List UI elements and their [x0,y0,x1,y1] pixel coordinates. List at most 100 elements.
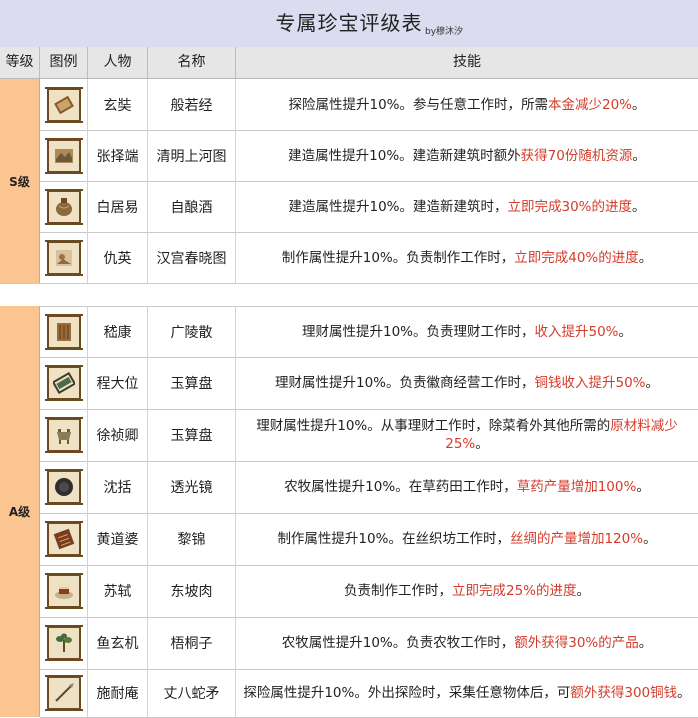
person-cell: 苏轼 [88,565,148,617]
skill-text: 制作属性提升10%。负责制作工作时，立即完成40%的进度。 [282,249,653,267]
skill-highlight: 额外获得30%的产品 [514,635,639,651]
person-cell: 徐祯卿 [88,409,148,461]
person-cell: 沈括 [88,461,148,513]
person-cell: 施耐庵 [88,669,148,717]
meat-dish-icon [44,573,83,609]
skill-plain: 农牧属性提升10%。在草药田工作时， [284,479,517,495]
person-cell: 玄奘 [88,79,148,130]
table-row: 黄道婆 黎锦 制作属性提升10%。在丝织坊工作时，丝绸的产量增加120%。 [40,513,698,566]
table-header: 等级 图例 人物 名称 技能 [0,47,698,79]
treasure-name-cell: 清明上河图 [148,130,236,181]
skill-highlight: 铜钱收入提升50% [534,375,646,391]
table-row: 张择端 清明上河图 建造属性提升10%。建造新建筑时额外获得70份随机资源。 [40,130,698,182]
skill-end: 。 [475,436,489,452]
icon-cell [40,565,88,617]
person-cell: 仇英 [88,232,148,283]
icon-cell [40,306,88,357]
header-grade: 等级 [0,47,40,78]
section-gap [0,283,698,307]
skill-highlight: 丝绸的产量增加120% [509,531,644,547]
skill-plain: 负责制作工作时， [343,583,452,599]
table-row: 苏轼 东坡肉 负责制作工作时，立即完成25%的进度。 [40,565,698,618]
header-skill: 技能 [453,54,481,70]
cauldron-icon [44,417,83,453]
skill-cell: 农牧属性提升10%。在草药田工作时，草药产量增加100%。 [236,461,698,513]
skill-cell: 理财属性提升10%。负责徽商经营工作时，铜钱收入提升50%。 [236,357,698,409]
wine-jar-icon [44,188,83,225]
skill-text: 建造属性提升10%。建造新建筑时额外获得70份随机资源。 [288,147,646,165]
skill-cell: 建造属性提升10%。建造新建筑时额外获得70份随机资源。 [236,130,698,181]
skill-end: 。 [638,635,653,651]
skill-highlight: 收入提升50% [534,323,619,340]
brocade-icon [44,521,83,557]
skill-text: 农牧属性提升10%。负责农牧工作时，额外获得30%的产品。 [282,634,653,652]
skill-text: 负责制作工作时，立即完成25%的进度。 [344,582,590,600]
treasure-name-cell: 般若经 [148,79,236,130]
skill-end: 。 [636,479,650,495]
skill-highlight: 立即完成25%的进度 [451,583,577,599]
person-cell: 嵇康 [88,306,148,357]
treasure-name-cell: 黎锦 [148,513,236,565]
skill-cell: 制作属性提升10%。负责制作工作时，立即完成40%的进度。 [236,232,698,283]
skill-text: 建造属性提升10%。建造新建筑时，立即完成30%的进度。 [288,198,645,216]
icon-cell [40,669,88,717]
person-cell: 程大位 [88,357,148,409]
skill-highlight: 草药产量增加100% [516,479,637,495]
person-cell: 张择端 [88,130,148,181]
snake-spear-icon [44,675,83,711]
abacus-icon [44,365,83,401]
skill-plain: 探险属性提升10%。外出探险时，采集任意物体后，可 [243,685,571,701]
icon-cell [40,513,88,565]
skill-text: 制作属性提升10%。在丝织坊工作时，丝绸的产量增加120%。 [277,530,656,548]
treasure-name-cell: 丈八蛇矛 [148,669,236,717]
table-row: 仇英 汉宫春晓图 制作属性提升10%。负责制作工作时，立即完成40%的进度。 [40,232,698,284]
skill-cell: 理财属性提升10%。从事理财工作时，除菜肴外其他所需的原材料减少25%。 [236,409,698,461]
icon-cell [40,617,88,669]
skill-text: 探险属性提升10%。外出探险时，采集任意物体后，可额外获得300铜钱。 [243,684,690,702]
table-row: 鱼玄机 梧桐子 农牧属性提升10%。负责农牧工作时，额外获得30%的产品。 [40,617,698,670]
skill-highlight: 获得70份随机资源 [520,147,633,164]
icon-cell [40,181,88,232]
skill-end: 。 [632,147,646,164]
skill-text: 农牧属性提升10%。在草药田工作时，草药产量增加100%。 [284,478,650,496]
skill-cell: 建造属性提升10%。建造新建筑时，立即完成30%的进度。 [236,181,698,232]
treasure-name-cell: 透光镜 [148,461,236,513]
author-byline: by穆沐汐 [425,27,464,37]
skill-end: 。 [645,375,660,391]
skill-text: 理财属性提升10%。负责理财工作时，收入提升50%。 [302,323,632,341]
grade-s-cell: S级 [0,79,40,283]
skill-end: 。 [677,685,691,701]
icon-cell [40,130,88,181]
skill-plain: 建造属性提升10%。建造新建筑时额外 [288,147,521,164]
table-row: 沈括 透光镜 农牧属性提升10%。在草药田工作时，草药产量增加100%。 [40,461,698,514]
icon-cell [40,232,88,283]
person-cell: 白居易 [88,181,148,232]
table-row: 白居易 自酿酒 建造属性提升10%。建造新建筑时，立即完成30%的进度。 [40,181,698,233]
person-cell: 鱼玄机 [88,617,148,669]
skill-end: 。 [632,198,646,215]
skill-end: 。 [638,249,653,266]
skill-end: 。 [618,323,633,340]
skill-cell: 理财属性提升10%。负责理财工作时，收入提升50%。 [236,306,698,357]
spring-painting-icon [44,239,83,276]
skill-cell: 探险属性提升10%。参与任意工作时，所需本金减少20%。 [236,79,698,130]
treasure-name-cell: 玉算盘 [148,409,236,461]
painting-scroll-icon [44,137,83,174]
header-person: 人物 [88,47,148,78]
treasure-name-cell: 玉算盘 [148,357,236,409]
skill-text: 理财属性提升10%。负责徽商经营工作时，铜钱收入提升50%。 [275,374,659,392]
skill-end: 。 [576,583,591,599]
grade-a-cell: A级 [0,306,40,717]
treasure-name-cell: 东坡肉 [148,565,236,617]
skill-plain: 理财属性提升10%。从事理财工作时，除菜肴外其他所需的 [256,418,611,434]
header-icon: 图例 [40,47,88,78]
table-row: 嵇康 广陵散 理财属性提升10%。负责理财工作时，收入提升50%。 [40,306,698,358]
table-row: 施耐庵 丈八蛇矛 探险属性提升10%。外出探险时，采集任意物体后，可额外获得300铜… [40,669,698,718]
icon-cell [40,461,88,513]
icon-cell [40,409,88,461]
skill-highlight: 立即完成40%的进度 [514,249,639,266]
skill-plain: 建造属性提升10%。建造新建筑时， [288,198,508,215]
guqin-score-icon [44,313,83,350]
skill-cell: 农牧属性提升10%。负责农牧工作时，额外获得30%的产品。 [236,617,698,669]
scroll-book-icon [44,86,83,123]
